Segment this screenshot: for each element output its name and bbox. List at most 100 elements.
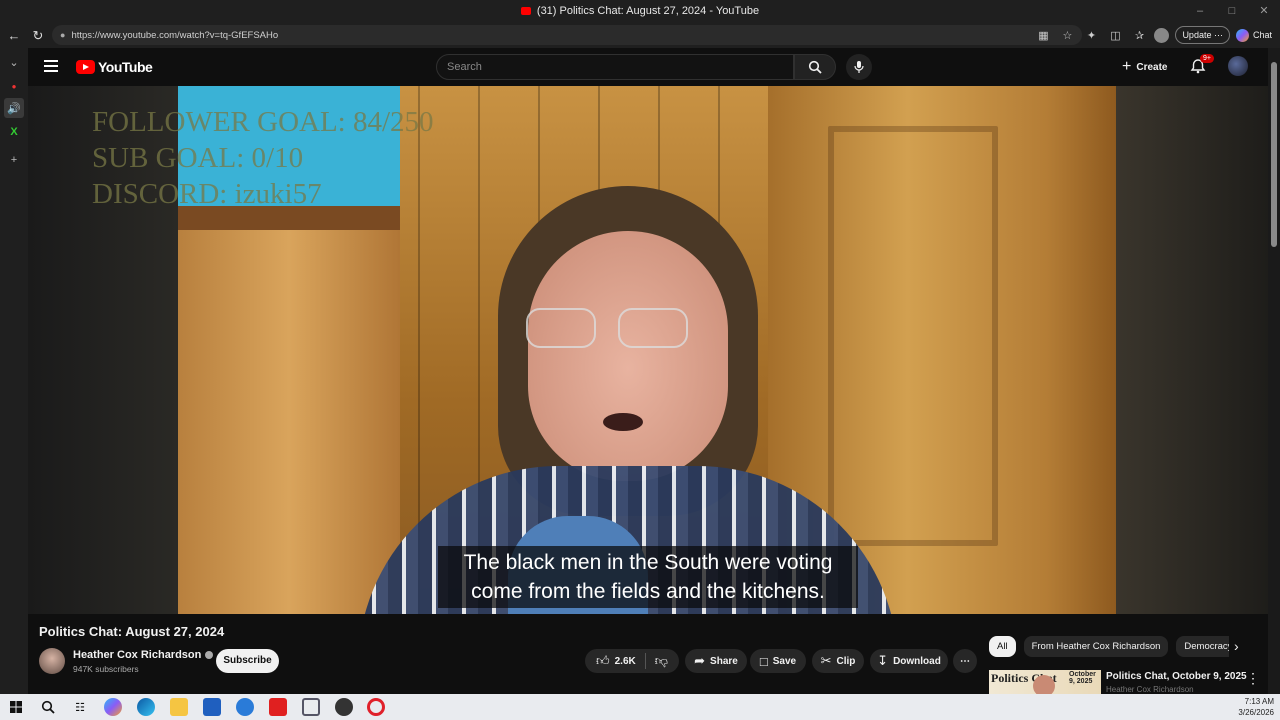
excel-icon[interactable]: X <box>4 122 24 142</box>
video-player[interactable]: FOLLOWER GOAL: 84/250 SUB GOAL: 0/10 DIS… <box>28 86 1268 614</box>
url-bar[interactable]: ● https://www.youtube.com/watch?v=tq-GfE… <box>52 25 1082 45</box>
window-controls: – □ ✕ <box>1184 0 1280 22</box>
recommendation-chips: All From Heather Cox Richardson Democrac… <box>989 636 1229 658</box>
more-actions-button[interactable]: ⋯ <box>953 649 977 673</box>
save-button[interactable]: □ Save <box>750 649 806 673</box>
closed-caption: The black men in the South were voting c… <box>438 546 858 608</box>
share-label: Share <box>710 655 738 667</box>
favorites-icon[interactable]: ✰ <box>1130 26 1148 44</box>
bookmark-icon: □ <box>759 653 768 669</box>
channel-name[interactable]: Heather Cox Richardson <box>73 649 201 661</box>
url-text[interactable]: https://www.youtube.com/watch?v=tq-GfEFS… <box>71 30 278 41</box>
new-tab-icon[interactable]: + <box>4 150 24 170</box>
like-count: 2.6K <box>614 655 636 667</box>
close-icon[interactable]: ✕ <box>1248 0 1280 22</box>
like-dislike-group: 👍︎ 2.6K 👎︎ <box>585 649 679 673</box>
chevron-down-icon[interactable]: ⌄ <box>4 52 24 72</box>
chip-democracy[interactable]: Democracy <box>1176 636 1229 657</box>
back-icon[interactable]: ← <box>2 28 26 43</box>
share-button[interactable]: ➦ Share <box>685 649 747 673</box>
account-avatar[interactable] <box>1228 56 1248 76</box>
recommended-title[interactable]: Politics Chat, October 9, 2025 <box>1106 671 1247 682</box>
extensions-icon[interactable]: ✦ <box>1082 26 1100 44</box>
copilot-chat-button[interactable]: Chat <box>1235 28 1272 42</box>
search-button[interactable] <box>794 54 836 80</box>
address-bar-row: ← ↻ ● https://www.youtube.com/watch?v=tq… <box>0 22 1280 48</box>
wood-wall <box>178 230 400 614</box>
youtube-app-icon[interactable] <box>269 698 287 716</box>
split-screen-icon[interactable]: ◫ <box>1106 26 1124 44</box>
thumbnail-face <box>1033 675 1055 694</box>
voice-search-button[interactable] <box>846 54 872 80</box>
youtube-favicon-icon <box>520 7 531 15</box>
channel-name-row[interactable]: Heather Cox Richardson <box>73 649 214 661</box>
update-button[interactable]: Update ⋯ <box>1175 26 1230 44</box>
thumbs-up-icon: 👍︎ <box>596 653 610 668</box>
apps-icon[interactable]: ▦ <box>1034 26 1052 44</box>
browser-title-bar: (31) Politics Chat: August 27, 2024 - Yo… <box>0 0 1280 22</box>
taskbar-search-icon[interactable] <box>39 698 57 716</box>
menu-icon[interactable] <box>44 60 58 72</box>
speaker-mouth <box>603 413 643 431</box>
sub-goal-text: SUB GOAL: 0/10 <box>92 142 304 174</box>
more-vertical-icon[interactable]: ⋮ <box>1246 670 1260 687</box>
opera-icon[interactable] <box>367 698 385 716</box>
outlook-icon[interactable] <box>236 698 254 716</box>
minimize-icon[interactable]: – <box>1184 0 1216 22</box>
channel-avatar[interactable] <box>39 648 65 674</box>
file-explorer-icon[interactable] <box>170 698 188 716</box>
download-label: Download <box>893 655 941 667</box>
more-horizontal-icon: ⋯ <box>960 655 970 667</box>
profile-avatar[interactable] <box>1154 27 1170 43</box>
windows-start-icon[interactable] <box>7 698 25 716</box>
refresh-icon[interactable]: ↻ <box>26 28 50 44</box>
notifications-button[interactable]: 9+ <box>1190 54 1214 76</box>
edge-icon[interactable] <box>137 698 155 716</box>
thumbs-down-icon[interactable]: 👎︎ <box>655 653 668 669</box>
logo-wordmark: YouTube <box>98 59 153 75</box>
page-scrollbar[interactable] <box>1268 48 1280 694</box>
create-button[interactable]: + Create <box>1122 57 1167 77</box>
door-panel <box>828 126 998 546</box>
thumbnail-date: October 9, 2025 <box>1069 671 1096 685</box>
system-clock[interactable]: 7:13 AM 3/26/2026 <box>1238 696 1274 718</box>
restore-icon[interactable]: □ <box>1216 0 1248 22</box>
youtube-tab-icon[interactable]: ● <box>4 76 24 96</box>
search-input[interactable]: Search <box>436 54 794 80</box>
task-view-icon[interactable]: ☷ <box>71 698 89 716</box>
youtube-logo[interactable]: YouTube <box>76 59 153 75</box>
recommended-thumbnail[interactable]: Politics Chat October 9, 2025 <box>989 670 1101 694</box>
share-icon: ➦ <box>694 653 706 668</box>
scissors-icon: ✂ <box>820 653 832 668</box>
chip-all[interactable]: All <box>989 636 1016 657</box>
tab-title[interactable]: (31) Politics Chat: August 27, 2024 - Yo… <box>537 5 759 17</box>
subscriber-count: 947K subscribers <box>73 664 139 674</box>
chip-from-channel[interactable]: From Heather Cox Richardson <box>1023 636 1169 657</box>
chat-label: Chat <box>1252 30 1272 40</box>
recommended-channel[interactable]: Heather Cox Richardson <box>1106 685 1194 694</box>
microphone-icon <box>854 61 864 73</box>
youtube-header: YouTube Search + Create 9+ <box>28 48 1280 86</box>
caption-line: The black men in the South were voting <box>463 551 833 574</box>
clip-button[interactable]: ✂ Clip <box>812 649 864 673</box>
like-divider <box>644 653 646 669</box>
download-button[interactable]: ↧ Download <box>870 649 948 673</box>
verified-icon <box>205 651 214 659</box>
discord-text: DISCORD: izuki57 <box>92 178 322 210</box>
favorite-star-icon[interactable]: ☆ <box>1058 26 1076 44</box>
like-button[interactable]: 👍︎ 2.6K <box>596 653 636 669</box>
scrollbar-thumb[interactable] <box>1271 62 1277 247</box>
clip-label: Clip <box>836 655 856 667</box>
notification-badge: 9+ <box>1200 54 1214 63</box>
app-icon[interactable] <box>302 698 320 716</box>
lock-icon: ● <box>60 30 66 40</box>
chevron-right-icon[interactable]: › <box>1234 638 1239 654</box>
caption-line: come from the fields and the kitchens. <box>471 580 825 603</box>
chatgpt-icon[interactable] <box>335 698 353 716</box>
copilot-taskbar-icon[interactable] <box>104 698 122 716</box>
subscribe-button[interactable]: Subscribe <box>216 649 279 673</box>
speaker-icon[interactable]: 🔊 <box>4 98 24 118</box>
plus-icon: + <box>1122 58 1132 75</box>
store-icon[interactable] <box>203 698 221 716</box>
download-icon: ↧ <box>877 653 889 668</box>
